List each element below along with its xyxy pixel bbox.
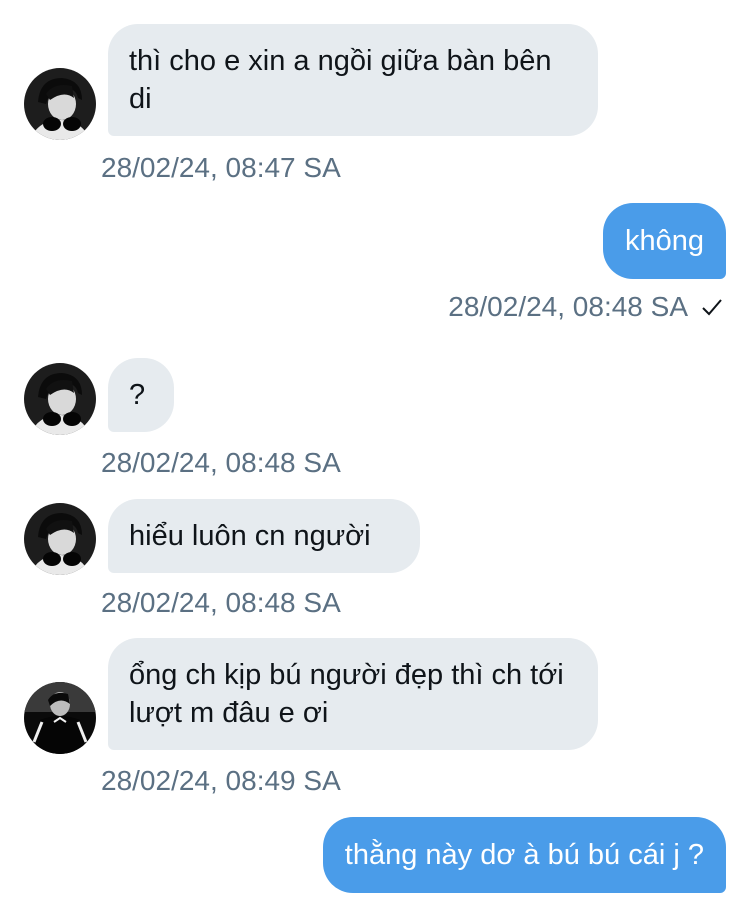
message-text: thằng này dơ à bú bú cái j ? xyxy=(344,839,704,871)
sender-avatar[interactable] xyxy=(24,503,96,575)
message-text: ổng ch kịp bú người đẹp thì ch tới lượt … xyxy=(129,659,564,729)
message-bubble-incoming[interactable]: thì cho e xin a ngồi giữa bàn bên di xyxy=(108,24,598,136)
message-bubble-incoming[interactable]: ổng ch kịp bú người đẹp thì ch tới lượt … xyxy=(108,638,598,750)
message-bubble-outgoing[interactable]: không xyxy=(602,203,726,279)
profile-jacket-icon xyxy=(24,682,96,754)
message-timestamp: 28/02/24, 08:48 SA xyxy=(448,291,688,322)
profile-headphones-icon xyxy=(24,363,96,435)
message-thread: thì cho e xin a ngồi giữa bàn bên di 28/… xyxy=(0,0,750,904)
message-text: thì cho e xin a ngồi giữa bàn bên di xyxy=(129,45,552,115)
message-bubble-incoming[interactable]: hiểu luôn cn người xyxy=(108,499,420,573)
sender-avatar[interactable] xyxy=(24,68,96,140)
message-timestamp: 28/02/24, 08:48 SA xyxy=(101,587,341,618)
message-text: ? xyxy=(129,379,146,411)
message-timestamp: 28/02/24, 08:48 SA xyxy=(101,447,341,478)
message-bubble-outgoing[interactable]: thằng này dơ à bú bú cái j ? xyxy=(322,817,726,893)
profile-headphones-icon xyxy=(24,503,96,575)
message-timestamp: 28/02/24, 08:49 SA xyxy=(101,765,341,796)
message-text: hiểu luôn cn người xyxy=(129,520,371,552)
sender-avatar[interactable] xyxy=(24,682,96,754)
sender-avatar[interactable] xyxy=(24,363,96,435)
message-timestamp-row: 28/02/24, 08:48 SA xyxy=(448,290,724,324)
message-bubble-incoming[interactable]: ? xyxy=(108,358,174,432)
message-timestamp: 28/02/24, 08:47 SA xyxy=(101,152,341,183)
message-text: không xyxy=(624,225,704,257)
profile-headphones-icon xyxy=(24,68,96,140)
check-icon xyxy=(700,295,724,319)
